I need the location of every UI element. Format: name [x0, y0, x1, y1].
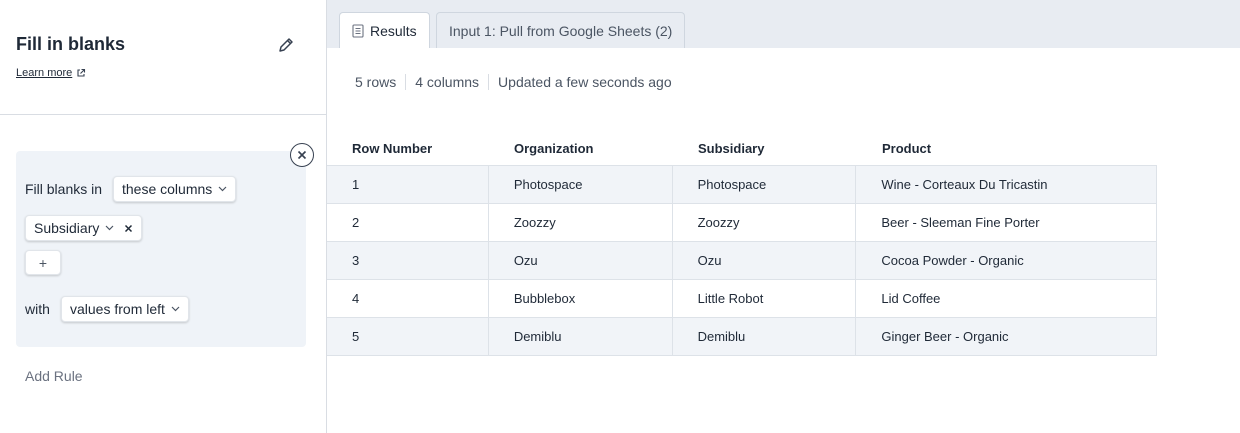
table-cell[interactable]: 2 — [327, 204, 489, 241]
fill-method-dropdown[interactable]: values from left — [61, 296, 189, 322]
table-cell[interactable]: 1 — [327, 166, 489, 203]
table-cell[interactable]: Little Robot — [673, 280, 857, 317]
column-select-dropdown[interactable]: Subsidiary — [25, 215, 143, 241]
column-header[interactable]: Subsidiary — [673, 131, 857, 165]
tab-input-1[interactable]: Input 1: Pull from Google Sheets (2) — [436, 12, 686, 48]
table-header: Row Number Organization Subsidiary Produ… — [327, 131, 1157, 166]
add-column-button[interactable]: + — [25, 250, 61, 275]
remove-column-icon[interactable] — [124, 224, 133, 233]
results-table: Row Number Organization Subsidiary Produ… — [327, 131, 1157, 356]
columns-mode-dropdown[interactable]: these columns — [113, 176, 237, 202]
table-cell[interactable]: Bubblebox — [489, 280, 673, 317]
chevron-down-icon — [171, 306, 180, 312]
columns-mode-value: these columns — [122, 181, 213, 197]
table-cell[interactable]: Zoozzy — [489, 204, 673, 241]
remove-rule-button[interactable] — [290, 143, 314, 167]
fill-blanks-label: Fill blanks in — [25, 181, 103, 197]
tab-results[interactable]: Results — [339, 12, 430, 48]
column-count: 4 columns — [415, 74, 480, 90]
learn-more-label: Learn more — [16, 67, 73, 79]
table-cell[interactable]: Photospace — [673, 166, 857, 203]
stats-divider — [405, 74, 407, 90]
table-cell[interactable]: Cocoa Powder - Organic — [856, 242, 1156, 279]
close-icon — [297, 150, 307, 160]
table-row: 5 Demiblu Demiblu Ginger Beer - Organic — [327, 318, 1157, 356]
tab-input-1-label: Input 1: Pull from Google Sheets (2) — [449, 22, 673, 39]
table-cell[interactable]: 3 — [327, 242, 489, 279]
plus-icon: + — [38, 254, 48, 271]
row-count: 5 rows — [355, 74, 397, 90]
add-rule-button[interactable]: Add Rule — [25, 368, 83, 384]
table-cell[interactable]: Ginger Beer - Organic — [856, 318, 1156, 355]
column-header[interactable]: Product — [857, 131, 1157, 165]
table-cell[interactable]: Photospace — [489, 166, 673, 203]
fill-method-value: values from left — [70, 301, 165, 317]
chevron-down-icon — [105, 225, 114, 231]
table-cell[interactable]: Beer - Sleeman Fine Porter — [856, 204, 1156, 241]
step-title: Fill in blanks — [16, 34, 126, 54]
step-config-panel: Fill in blanks Learn more Fill blanks in… — [0, 0, 327, 433]
document-icon — [352, 23, 364, 38]
table-row: 2 Zoozzy Zoozzy Beer - Sleeman Fine Port… — [327, 204, 1157, 242]
column-header[interactable]: Organization — [489, 131, 673, 165]
selected-column-value: Subsidiary — [34, 220, 100, 236]
table-cell[interactable]: 5 — [327, 318, 489, 355]
panel-divider — [0, 114, 326, 115]
column-header[interactable]: Row Number — [327, 131, 489, 165]
pencil-icon[interactable] — [277, 36, 295, 54]
chevron-down-icon — [218, 186, 227, 192]
table-row: 4 Bubblebox Little Robot Lid Coffee — [327, 280, 1157, 318]
updated-time: Updated a few seconds ago — [498, 74, 672, 90]
table-row: 3 Ozu Ozu Cocoa Powder - Organic — [327, 242, 1157, 280]
learn-more-link[interactable]: Learn more — [16, 67, 86, 79]
table-cell[interactable]: Zoozzy — [673, 204, 857, 241]
table-cell[interactable]: Ozu — [673, 242, 857, 279]
table-cell[interactable]: Demiblu — [489, 318, 673, 355]
tab-bar: Results Input 1: Pull from Google Sheets… — [327, 0, 1240, 48]
with-label: with — [25, 301, 50, 317]
tab-results-label: Results — [370, 22, 417, 39]
table-cell[interactable]: Wine - Corteaux Du Tricastin — [856, 166, 1156, 203]
external-link-icon — [77, 68, 86, 77]
result-stats: 5 rows 4 columns Updated a few seconds a… — [355, 74, 672, 90]
table-cell[interactable]: Demiblu — [673, 318, 857, 355]
table-row: 1 Photospace Photospace Wine - Corteaux … — [327, 166, 1157, 204]
table-cell[interactable]: Lid Coffee — [856, 280, 1156, 317]
table-cell[interactable]: Ozu — [489, 242, 673, 279]
stats-divider — [488, 74, 490, 90]
table-cell[interactable]: 4 — [327, 280, 489, 317]
